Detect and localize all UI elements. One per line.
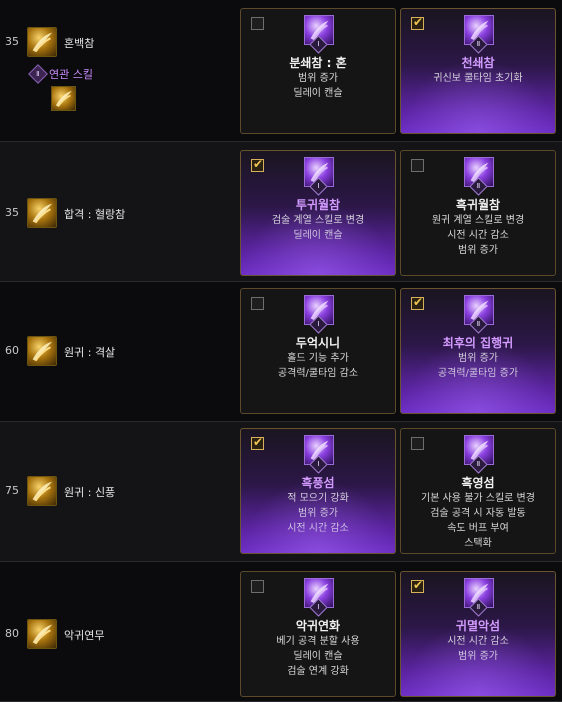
option-description: 검술 계열 스킬로 변경딜레이 캔슬	[241, 213, 395, 243]
skill-icon[interactable]	[27, 619, 57, 649]
option-description: 시전 시간 감소범위 증가	[401, 634, 555, 664]
awakening-option-card[interactable]: Ⅰ 분쇄참 : 혼범위 증가딜레이 캔슬	[240, 8, 396, 134]
related-skill-text: 연관 스킬	[49, 68, 93, 81]
tier-2-badge-icon: Ⅱ	[28, 64, 48, 84]
skill-name: 원귀 : 신풍	[64, 486, 116, 499]
checkbox-icon[interactable]	[411, 578, 424, 593]
option-title: 흑풍섬	[301, 476, 335, 490]
option-description-line: 검술 공격 시 자동 발동	[430, 508, 526, 519]
skill-level: 80	[5, 627, 19, 640]
skill-icon[interactable]	[27, 198, 57, 228]
option-description-line: 시전 시간 감소	[287, 523, 349, 534]
option-description: 홀드 기능 추가공격력/쿨타임 감소	[241, 351, 395, 381]
checkbox-icon[interactable]	[411, 295, 424, 310]
checkbox-icon[interactable]	[251, 297, 264, 310]
option-description: 베기 공격 분할 사용딜레이 캔슬검술 연계 강화	[241, 634, 395, 679]
skill-level: 35	[5, 35, 19, 48]
option-description-line: 범위 증가	[298, 508, 338, 519]
option-title: 악귀연화	[295, 619, 341, 633]
option-description-line: 속도 버프 부여	[447, 523, 509, 534]
skill-icon[interactable]	[27, 336, 57, 366]
skill-icon[interactable]	[27, 476, 57, 506]
awakening-option-card[interactable]: Ⅱ 흑영섬기본 사용 불가 스킬로 변경검술 공격 시 자동 발동속도 버프 부여…	[400, 428, 556, 554]
option-title: 투귀월참	[295, 198, 341, 212]
option-description-line: 범위 증가	[298, 73, 338, 84]
option-description-line: 검술 계열 스킬로 변경	[271, 215, 365, 226]
option-description-line: 범위 증가	[458, 353, 498, 364]
skill-level: 35	[5, 206, 19, 219]
skill-name: 합격 : 혈랑참	[64, 208, 126, 221]
option-description-line: 공격력/쿨타임 감소	[277, 368, 359, 379]
option-description: 범위 증가공격력/쿨타임 증가	[401, 351, 555, 381]
option-title: 분쇄참 : 혼	[289, 56, 347, 70]
tier-numeral: Ⅰ	[317, 320, 320, 328]
checkbox-icon[interactable]	[251, 580, 264, 593]
tier-numeral: Ⅱ	[476, 182, 481, 190]
option-title: 최후의 집행귀	[442, 336, 514, 350]
tier-numeral: Ⅱ	[476, 603, 481, 611]
tier-numeral: Ⅰ	[317, 603, 320, 611]
checkbox-icon[interactable]	[251, 435, 264, 450]
tier-numeral: Ⅱ	[476, 320, 481, 328]
option-description-line: 시전 시간 감소	[447, 230, 509, 241]
option-title: 흑귀월참	[455, 198, 501, 212]
tier-2-numeral: Ⅱ	[36, 69, 40, 78]
option-description-line: 시전 시간 감소	[447, 636, 509, 647]
awakening-option-card[interactable]: Ⅰ 악귀연화베기 공격 분할 사용딜레이 캔슬검술 연계 강화	[240, 571, 396, 697]
checkbox-icon[interactable]	[411, 437, 424, 450]
skill-name: 원귀 : 격살	[64, 346, 116, 359]
option-description-line: 홀드 기능 추가	[287, 353, 349, 364]
option-description-line: 베기 공격 분할 사용	[276, 636, 360, 647]
checkbox-icon[interactable]	[411, 159, 424, 172]
skill-icon[interactable]	[27, 27, 57, 57]
tier-numeral: Ⅱ	[476, 460, 481, 468]
option-description: 기본 사용 불가 스킬로 변경검술 공격 시 자동 발동속도 버프 부여스택화	[401, 491, 555, 551]
awakening-option-card[interactable]: Ⅱ 최후의 집행귀범위 증가공격력/쿨타임 증가	[400, 288, 556, 414]
tier-numeral: Ⅱ	[476, 40, 481, 48]
awakening-option-card[interactable]: Ⅰ 두억시니홀드 기능 추가공격력/쿨타임 감소	[240, 288, 396, 414]
awakening-option-card[interactable]: Ⅱ 흑귀월참원귀 계열 스킬로 변경시전 시간 감소범위 증가	[400, 150, 556, 276]
option-description: 적 모으기 강화범위 증가시전 시간 감소	[241, 491, 395, 536]
option-description: 범위 증가딜레이 캔슬	[241, 71, 395, 101]
option-description-line: 귀신보 쿨타임 초기화	[433, 73, 523, 84]
option-title: 귀멸악섬	[455, 619, 501, 633]
option-description-line: 딜레이 캔슬	[293, 651, 343, 662]
awakening-option-card[interactable]: Ⅱ 천쇄참귀신보 쿨타임 초기화	[400, 8, 556, 134]
tier-numeral: Ⅰ	[317, 182, 320, 190]
option-description-line: 딜레이 캔슬	[293, 88, 343, 99]
option-description: 원귀 계열 스킬로 변경시전 시간 감소범위 증가	[401, 213, 555, 258]
option-description-line: 적 모으기 강화	[287, 493, 349, 504]
skill-level: 60	[5, 344, 19, 357]
option-description-line: 딜레이 캔슬	[293, 230, 343, 241]
skill-level: 75	[5, 484, 19, 497]
checkbox-icon[interactable]	[411, 15, 424, 30]
related-skill-label: Ⅱ 연관 스킬	[28, 64, 93, 84]
option-title: 천쇄참	[461, 56, 495, 70]
checkbox-icon[interactable]	[251, 157, 264, 172]
awakening-option-card[interactable]: Ⅱ 귀멸악섬시전 시간 감소범위 증가	[400, 571, 556, 697]
option-description-line: 범위 증가	[458, 651, 498, 662]
tier-numeral: Ⅰ	[317, 460, 320, 468]
awakening-option-card[interactable]: Ⅰ 투귀월참검술 계열 스킬로 변경딜레이 캔슬	[240, 150, 396, 276]
tier-numeral: Ⅰ	[317, 40, 320, 48]
checkbox-icon[interactable]	[251, 17, 264, 30]
option-description-line: 기본 사용 불가 스킬로 변경	[421, 493, 535, 504]
skill-name: 혼백참	[64, 37, 95, 50]
option-title: 흑영섬	[461, 476, 495, 490]
option-description-line: 검술 연계 강화	[287, 666, 349, 677]
option-description-line: 원귀 계열 스킬로 변경	[431, 215, 525, 226]
skill-name: 악귀연무	[64, 629, 105, 642]
option-description-line: 공격력/쿨타임 증가	[437, 368, 519, 379]
option-description-line: 스택화	[464, 538, 492, 549]
option-title: 두억시니	[295, 336, 341, 350]
awakening-option-card[interactable]: Ⅰ 흑풍섬적 모으기 강화범위 증가시전 시간 감소	[240, 428, 396, 554]
related-skill-icon[interactable]	[51, 86, 76, 111]
option-description: 귀신보 쿨타임 초기화	[401, 71, 555, 86]
option-description-line: 범위 증가	[458, 245, 498, 256]
